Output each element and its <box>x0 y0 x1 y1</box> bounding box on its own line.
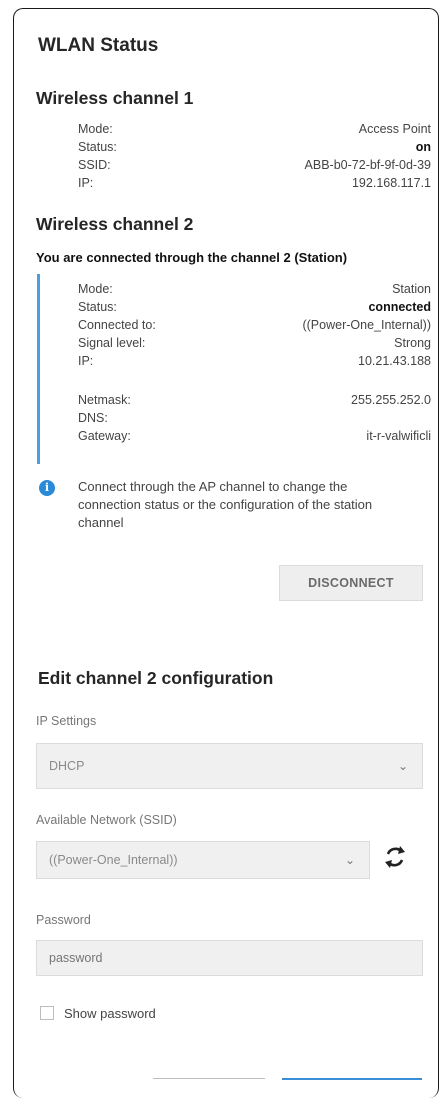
channel2-gateway-label: Gateway: <box>78 429 131 443</box>
channel2-status-label: Status: <box>78 300 117 314</box>
channel1-status-label: Status: <box>78 140 117 154</box>
channel2-connection-notice: You are connected through the channel 2 … <box>36 250 348 265</box>
secondary-button[interactable] <box>153 1078 265 1093</box>
edit-config-heading: Edit channel 2 configuration <box>38 668 274 688</box>
channel1-mode-label: Mode: <box>78 122 113 136</box>
password-input[interactable] <box>36 940 423 976</box>
info-message: Connect through the AP channel to change… <box>78 479 373 530</box>
ip-settings-value: DHCP <box>49 759 85 773</box>
ssid-label: Available Network (SSID) <box>36 813 177 827</box>
channel1-ip-value: 192.168.117.1 <box>351 176 431 190</box>
chevron-down-icon: ⌄ <box>397 759 408 773</box>
ssid-select[interactable]: ((Power-One_Internal)) ⌄ <box>36 841 370 879</box>
info-icon: i <box>39 480 55 496</box>
channel2-ip-value: 10.21.43.188 <box>358 354 431 368</box>
channel2-signal-value: Strong <box>394 336 431 350</box>
channel1-status-value: on <box>415 140 431 154</box>
channel2-netmask-label: Netmask: <box>78 393 131 407</box>
refresh-icon[interactable] <box>378 840 412 874</box>
primary-button[interactable] <box>282 1078 422 1094</box>
disconnect-button[interactable]: DISCONNECT <box>279 565 423 601</box>
show-password-checkbox[interactable] <box>40 1006 54 1020</box>
channel2-mode-label: Mode: <box>78 282 113 296</box>
channel2-accent-bar <box>37 274 40 464</box>
channel1-heading: Wireless channel 1 <box>36 88 194 108</box>
channel1-ip-label: IP: <box>78 176 94 190</box>
page-title: WLAN Status <box>38 35 159 56</box>
password-label: Password <box>36 913 91 927</box>
channel1-ssid-label: SSID: <box>78 158 111 172</box>
channel2-gateway-value: it-r-valwificli <box>366 429 431 443</box>
channel2-connected-to-value: ((Power-One_Internal)) <box>302 318 431 332</box>
channel1-ssid-value: ABB-b0-72-bf-9f-0d-39 <box>304 158 431 172</box>
channel1-mode-value: Access Point <box>358 122 431 136</box>
channel2-signal-label: Signal level: <box>78 336 146 350</box>
channel2-dns-label: DNS: <box>78 411 108 425</box>
ip-settings-label: IP Settings <box>36 714 97 728</box>
show-password-label: Show password <box>64 1006 156 1021</box>
channel2-connected-to-label: Connected to: <box>78 318 156 332</box>
channel2-status-value: connected <box>368 300 431 314</box>
ssid-value: ((Power-One_Internal)) <box>49 853 178 867</box>
channel2-ip-label: IP: <box>78 354 94 368</box>
channel2-mode-value: Station <box>392 282 431 296</box>
channel2-heading: Wireless channel 2 <box>36 214 194 234</box>
chevron-down-icon: ⌄ <box>344 853 355 867</box>
channel2-netmask-value: 255.255.252.0 <box>351 393 431 407</box>
ip-settings-select[interactable]: DHCP ⌄ <box>36 743 423 789</box>
